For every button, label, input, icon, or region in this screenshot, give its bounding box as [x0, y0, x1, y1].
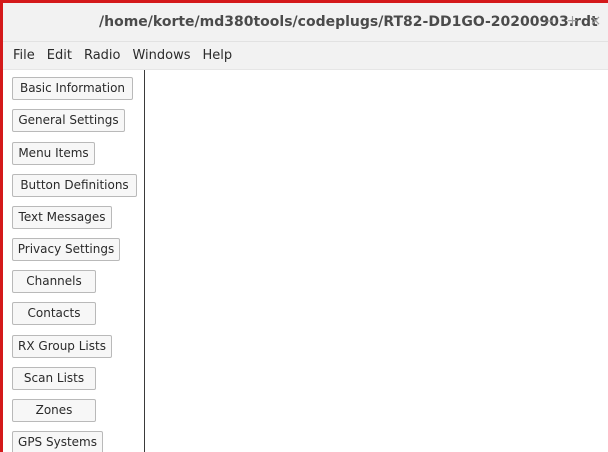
app-window: /home/korte/md380tools/codeplugs/RT82-DD… [0, 0, 608, 452]
content-area [145, 70, 608, 452]
menu-help[interactable]: Help [197, 46, 239, 66]
window-title: /home/korte/md380tools/codeplugs/RT82-DD… [99, 14, 598, 30]
privacy-settings-button[interactable]: Privacy Settings [12, 238, 120, 261]
menu-radio[interactable]: Radio [78, 46, 127, 66]
menu-windows[interactable]: Windows [126, 46, 196, 66]
contacts-button[interactable]: Contacts [12, 302, 96, 325]
rx-group-lists-button[interactable]: RX Group Lists [12, 335, 112, 358]
title-bar[interactable]: /home/korte/md380tools/codeplugs/RT82-DD… [3, 3, 608, 42]
channels-button[interactable]: Channels [12, 270, 96, 293]
gps-systems-button[interactable]: GPS Systems [12, 431, 103, 452]
minimize-icon[interactable]: – [543, 13, 556, 29]
navigation-panel: Basic Information General Settings Menu … [3, 70, 145, 452]
general-settings-button[interactable]: General Settings [12, 109, 125, 132]
button-definitions-button[interactable]: Button Definitions [12, 174, 137, 197]
menu-edit[interactable]: Edit [41, 46, 78, 66]
scan-lists-button[interactable]: Scan Lists [12, 367, 96, 390]
text-messages-button[interactable]: Text Messages [12, 206, 112, 229]
close-icon[interactable]: × [589, 13, 602, 29]
zones-button[interactable]: Zones [12, 399, 96, 422]
maximize-icon[interactable]: + [566, 13, 579, 29]
menu-bar: File Edit Radio Windows Help [3, 42, 608, 70]
menu-items-button[interactable]: Menu Items [12, 142, 95, 165]
window-controls: – + × [543, 13, 602, 29]
basic-information-button[interactable]: Basic Information [12, 77, 133, 100]
menu-file[interactable]: File [7, 46, 41, 66]
